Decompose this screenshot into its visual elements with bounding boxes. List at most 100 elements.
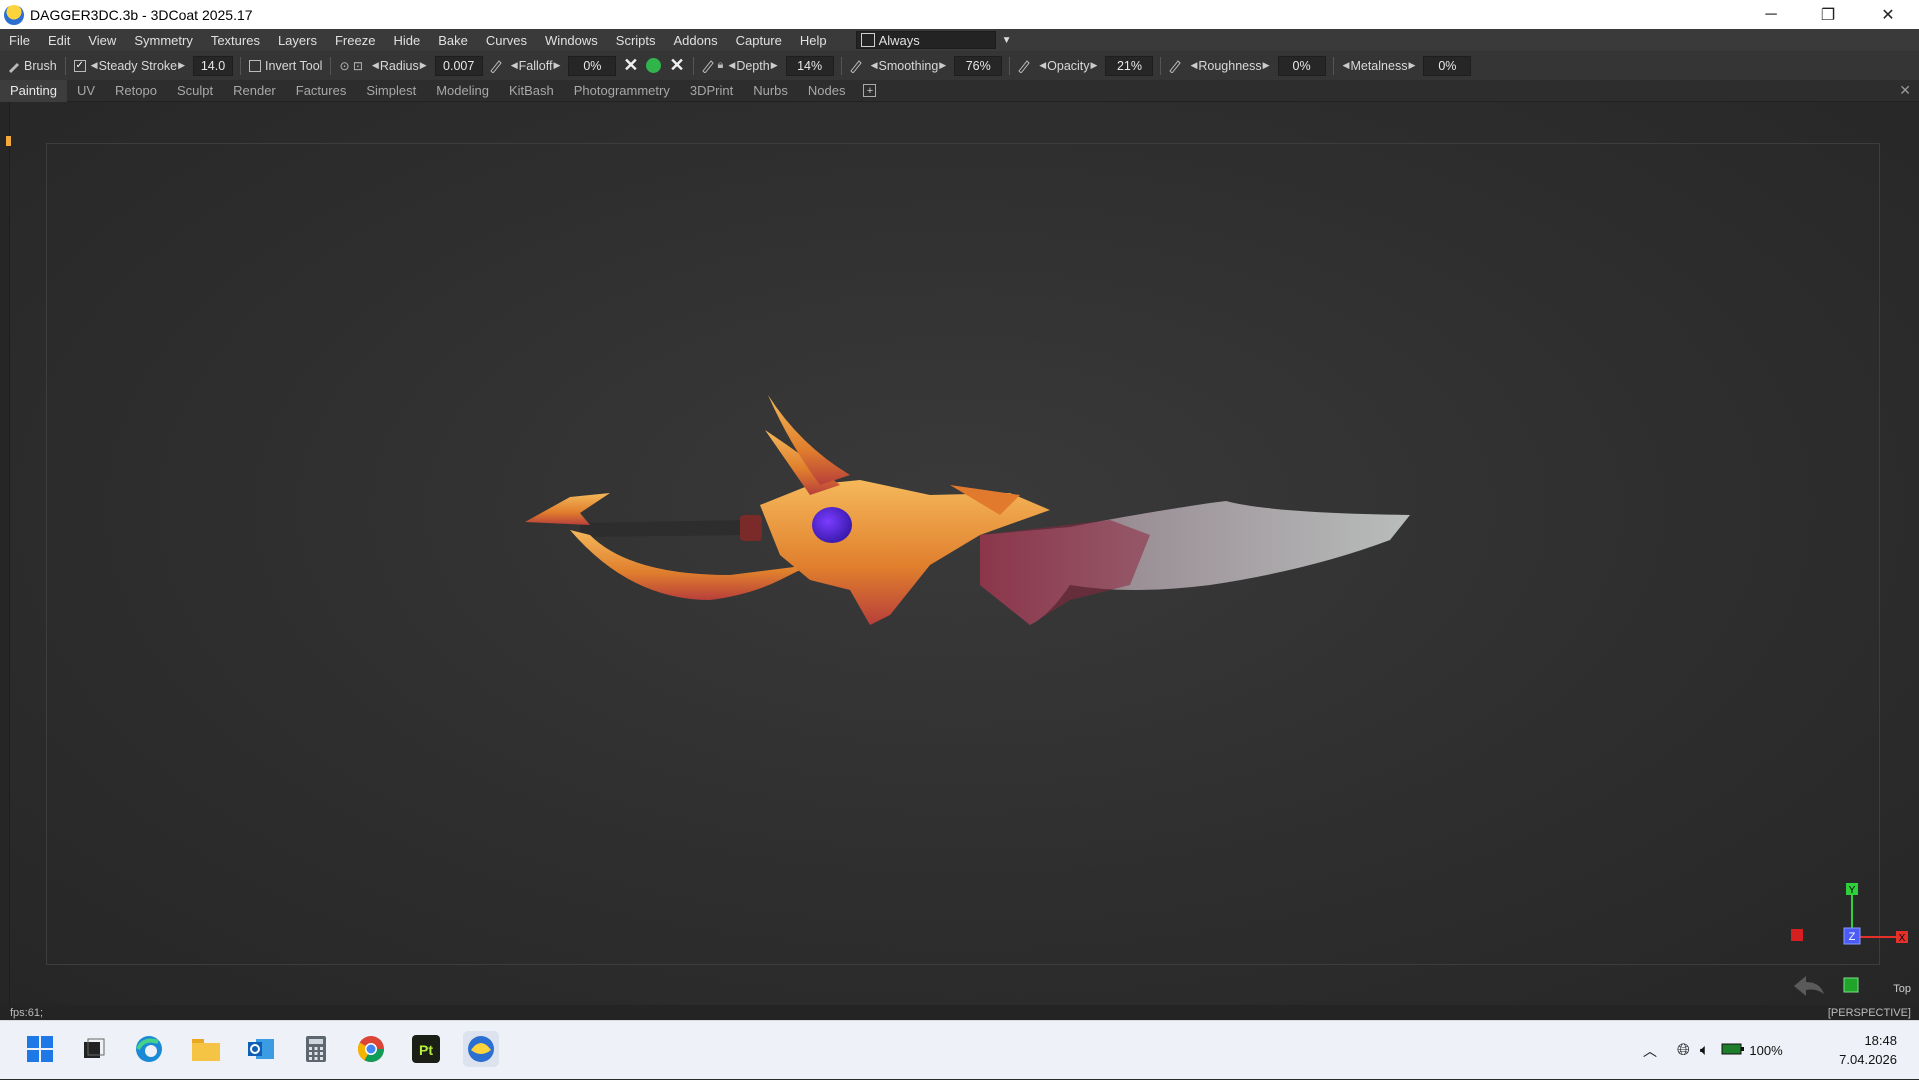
left-panel-strip[interactable]: [0, 102, 11, 1005]
green-cube-icon[interactable]: [1843, 977, 1859, 993]
pen-pressure-icon[interactable]: [489, 59, 503, 73]
pen-pressure-icon[interactable]: [701, 59, 715, 73]
increase-arrow-icon[interactable]: ▶: [771, 60, 778, 71]
menu-windows[interactable]: Windows: [536, 33, 607, 48]
outlook-icon[interactable]: [243, 1031, 279, 1067]
increase-arrow-icon[interactable]: ▶: [1263, 60, 1270, 71]
volume-icon[interactable]: 🔈︎: [1700, 1042, 1710, 1060]
battery-icon[interactable]: [1721, 1042, 1745, 1059]
photoshop-pt-icon[interactable]: Pt: [408, 1031, 444, 1067]
chevron-up-icon[interactable]: ︿: [1643, 1041, 1657, 1061]
menu-file[interactable]: File: [0, 33, 39, 48]
mouse-lock-icon[interactable]: ⊙ ⊡: [335, 59, 366, 73]
chevron-down-icon[interactable]: ▼: [1002, 35, 1012, 46]
task-view-icon[interactable]: [76, 1031, 112, 1067]
3dcoat-taskbar-icon[interactable]: [463, 1031, 499, 1067]
menu-freeze[interactable]: Freeze: [326, 33, 384, 48]
tab-retopo[interactable]: Retopo: [105, 80, 167, 102]
close-icon[interactable]: ✕: [665, 55, 688, 76]
tab-uv[interactable]: UV: [67, 80, 105, 102]
increase-arrow-icon[interactable]: ▶: [420, 60, 427, 71]
menu-help[interactable]: Help: [791, 33, 836, 48]
close-button[interactable]: ✕: [1860, 0, 1916, 29]
dagger-model[interactable]: [510, 385, 1420, 675]
steady-stroke-toggle[interactable]: ✓ ◀ Steady Stroke ▶: [70, 59, 190, 73]
roughness-field[interactable]: 0%: [1277, 55, 1326, 76]
roughness-control[interactable]: ◀ Roughness ▶: [1185, 59, 1274, 73]
decrease-arrow-icon[interactable]: ◀: [511, 60, 518, 71]
tab-render[interactable]: Render: [223, 80, 286, 102]
tab-painting[interactable]: Painting: [0, 79, 67, 102]
always-dropdown[interactable]: Always: [855, 31, 996, 49]
calculator-icon[interactable]: [298, 1031, 334, 1067]
close-icon[interactable]: ✕: [1899, 82, 1911, 99]
chrome-icon[interactable]: [353, 1031, 389, 1067]
menu-capture[interactable]: Capture: [727, 33, 791, 48]
tab-factures[interactable]: Factures: [286, 80, 357, 102]
falloff-control[interactable]: ◀ Falloff ▶: [506, 59, 566, 73]
smoothing-control[interactable]: ◀ Smoothing ▶: [866, 59, 952, 73]
decrease-arrow-icon[interactable]: ◀: [1039, 60, 1046, 71]
depth-control[interactable]: ◀ Depth ▶: [723, 59, 782, 73]
increase-arrow-icon[interactable]: ▶: [1408, 60, 1415, 71]
decrease-arrow-icon[interactable]: ◀: [1190, 60, 1197, 71]
menu-layers[interactable]: Layers: [269, 33, 326, 48]
increase-arrow-icon[interactable]: ▶: [178, 60, 185, 71]
menu-curves[interactable]: Curves: [477, 33, 536, 48]
projection-mode[interactable]: [PERSPECTIVE]: [1828, 1007, 1911, 1019]
tab-sculpt[interactable]: Sculpt: [167, 80, 223, 102]
decrease-arrow-icon[interactable]: ◀: [871, 60, 878, 71]
taskbar-clock[interactable]: 18:48 7.04.2026: [1839, 1031, 1897, 1069]
decrease-arrow-icon[interactable]: ◀: [372, 60, 379, 71]
steady-stroke-checkbox[interactable]: ✓: [73, 59, 86, 72]
smoothing-field[interactable]: 76%: [954, 55, 1003, 76]
menu-bake[interactable]: Bake: [429, 33, 477, 48]
restore-button[interactable]: ❐: [1800, 0, 1856, 29]
metalness-control[interactable]: ◀ Metalness ▶: [1338, 59, 1421, 73]
menu-edit[interactable]: Edit: [39, 33, 79, 48]
depth-field[interactable]: 14%: [785, 55, 834, 76]
tab-simplest[interactable]: Simplest: [356, 80, 426, 102]
decrease-arrow-icon[interactable]: ◀: [91, 60, 98, 71]
steady-stroke-field[interactable]: 14.0: [193, 55, 234, 76]
add-room-icon[interactable]: +: [863, 84, 877, 97]
start-menu-icon[interactable]: [22, 1031, 58, 1067]
menu-hide[interactable]: Hide: [384, 33, 429, 48]
tab-photogrammetry[interactable]: Photogrammetry: [564, 80, 680, 102]
radius-control[interactable]: ◀ Radius ▶: [367, 59, 432, 73]
increase-arrow-icon[interactable]: ▶: [939, 60, 946, 71]
decrease-arrow-icon[interactable]: ◀: [728, 60, 735, 71]
opacity-field[interactable]: 21%: [1105, 55, 1154, 76]
language-globe-icon[interactable]: 🌐︎: [1677, 1042, 1690, 1060]
file-explorer-icon[interactable]: [188, 1031, 224, 1067]
invert-tool-toggle[interactable]: Invert Tool: [245, 59, 326, 73]
tab-kitbash[interactable]: KitBash: [499, 80, 564, 102]
metalness-field[interactable]: 0%: [1423, 55, 1472, 76]
decrease-arrow-icon[interactable]: ◀: [1343, 60, 1350, 71]
undo-view-icon[interactable]: [1794, 976, 1824, 996]
pen-pressure-icon[interactable]: [1168, 59, 1182, 73]
edge-icon[interactable]: [131, 1031, 167, 1067]
radius-field[interactable]: 0.007: [434, 55, 483, 76]
minimize-button[interactable]: ─: [1743, 0, 1799, 29]
menu-textures[interactable]: Textures: [202, 33, 269, 48]
opacity-control[interactable]: ◀ Opacity ▶: [1034, 59, 1102, 73]
menu-addons[interactable]: Addons: [665, 33, 727, 48]
close-icon[interactable]: ✕: [619, 55, 642, 76]
menu-symmetry[interactable]: Symmetry: [125, 33, 202, 48]
axis-gizmo[interactable]: Y X Z: [1790, 880, 1910, 980]
invert-tool-checkbox[interactable]: [249, 59, 262, 72]
tab-3dprint[interactable]: 3DPrint: [680, 80, 743, 102]
increase-arrow-icon[interactable]: ▶: [1091, 60, 1098, 71]
tab-modeling[interactable]: Modeling: [426, 80, 499, 102]
menu-view[interactable]: View: [79, 33, 125, 48]
increase-arrow-icon[interactable]: ▶: [553, 60, 560, 71]
tab-nodes[interactable]: Nodes: [798, 80, 856, 102]
tab-nurbs[interactable]: Nurbs: [743, 80, 798, 102]
pen-pressure-icon[interactable]: [849, 59, 863, 73]
brush-tool[interactable]: Brush: [0, 59, 61, 73]
always-checkbox[interactable]: [860, 33, 875, 47]
menu-scripts[interactable]: Scripts: [607, 33, 665, 48]
falloff-field[interactable]: 0%: [568, 55, 617, 76]
red-cube-icon[interactable]: [1791, 929, 1803, 941]
